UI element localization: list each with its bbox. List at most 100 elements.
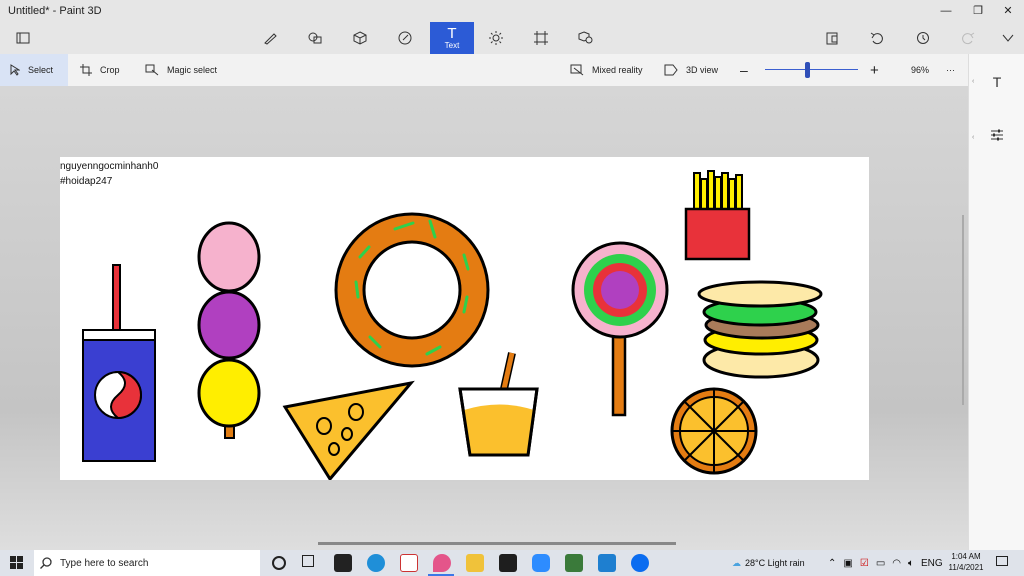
2d-shapes-icon xyxy=(308,32,322,44)
maximize-button[interactable]: ❐ xyxy=(966,2,990,20)
fries-drawing xyxy=(684,170,751,261)
file-explorer-icon[interactable] xyxy=(466,554,484,572)
battery-icon[interactable]: ▭ xyxy=(876,558,885,569)
gift-app-icon[interactable] xyxy=(400,554,418,572)
zoom-slider-thumb[interactable] xyxy=(805,62,811,78)
select-label: Select xyxy=(28,65,54,75)
crop-button[interactable]: Crop xyxy=(80,54,120,86)
3d-view-icon xyxy=(664,64,678,76)
task-view-icon[interactable] xyxy=(302,555,314,567)
undo-icon xyxy=(870,32,883,45)
volume-icon[interactable]: 🔈︎ xyxy=(908,558,914,569)
lollipop-drawing xyxy=(571,241,669,417)
history-button[interactable] xyxy=(903,22,943,54)
paint3d-icon[interactable] xyxy=(433,554,451,572)
clock-time: 1:04 AM xyxy=(951,552,981,561)
drink-cup-drawing xyxy=(458,352,539,457)
2d-shapes-button[interactable] xyxy=(295,22,335,54)
text-panel-button[interactable]: T xyxy=(987,74,1007,94)
magic-select-icon xyxy=(145,64,159,76)
search-icon xyxy=(40,557,52,569)
mixed-reality-icon xyxy=(570,64,584,76)
history-icon xyxy=(917,32,929,44)
canvas-button[interactable] xyxy=(521,22,561,54)
close-button[interactable]: ✕ xyxy=(996,2,1020,20)
weather-widget[interactable]: ☁ 28°C Light rain xyxy=(732,550,805,576)
paste-button[interactable] xyxy=(812,22,852,54)
cortana-icon[interactable] xyxy=(272,556,286,570)
notification-icon[interactable] xyxy=(996,556,1008,566)
magic-select-button[interactable]: Magic select xyxy=(145,54,217,86)
clock[interactable]: 1:04 AM 11/4/2021 xyxy=(946,551,986,573)
edge-icon[interactable] xyxy=(367,554,385,572)
zoom-slider-track[interactable] xyxy=(765,69,858,70)
mail-icon[interactable] xyxy=(598,554,616,572)
weather-icon: ☁ xyxy=(732,557,741,568)
3d-view-button[interactable]: 3D view xyxy=(664,54,718,86)
text-icon: T xyxy=(447,24,457,42)
more-options-button[interactable]: ··· xyxy=(946,54,955,86)
mixed-reality-label: Mixed reality xyxy=(592,65,643,75)
brushes-button[interactable] xyxy=(250,22,290,54)
mixed-reality-button[interactable]: Mixed reality xyxy=(570,54,643,86)
undo-button[interactable] xyxy=(857,22,897,54)
brushes-icon xyxy=(264,33,277,45)
horizontal-scrollbar[interactable] xyxy=(318,542,676,545)
taskbar: Type here to search ☁ 28°C Light rain ⌃ … xyxy=(0,550,1024,576)
adjust-panel-button[interactable] xyxy=(987,128,1007,148)
text-panel-icon: T xyxy=(992,74,1002,90)
calculator-icon[interactable] xyxy=(565,554,583,572)
drawing-canvas[interactable]: nguyenngocminhanh0 #hoidap247 xyxy=(60,157,869,480)
effects-icon xyxy=(489,31,503,45)
text-tool-button[interactable]: T Text xyxy=(430,22,474,54)
chevron-up-icon[interactable]: ⌃ xyxy=(828,558,836,569)
antivirus-icon[interactable]: ☑ xyxy=(860,558,869,569)
pizza-drawing xyxy=(670,387,758,475)
clock-date: 11/4/2021 xyxy=(948,563,984,572)
title-bar: Untitled* - Paint 3D — ❐ ✕ T Text xyxy=(0,0,1024,54)
3d-shapes-button[interactable] xyxy=(340,22,380,54)
wifi-icon[interactable]: ◠ xyxy=(892,558,901,569)
start-button[interactable] xyxy=(10,556,23,572)
language-indicator[interactable]: ENG xyxy=(921,558,943,569)
zoom-in-button[interactable]: + xyxy=(870,54,879,86)
capcut-icon[interactable] xyxy=(499,554,517,572)
select-button[interactable]: Select xyxy=(0,54,68,86)
selection-toolbar: Select Crop Magic select Mixed reality 3… xyxy=(0,54,968,87)
minimize-button[interactable]: — xyxy=(934,2,958,20)
menu-button[interactable] xyxy=(3,22,43,54)
effects-button[interactable] xyxy=(476,22,516,54)
text-tool-label: Text xyxy=(444,40,460,50)
collapse-arrow-icon[interactable]: ‹ xyxy=(972,134,974,141)
collapse-arrow-icon[interactable]: ‹ xyxy=(972,78,974,85)
select-arrow-icon xyxy=(10,64,20,76)
vertical-scrollbar[interactable] xyxy=(962,215,964,405)
expand-button[interactable] xyxy=(988,22,1024,54)
minus-icon: – xyxy=(740,62,748,78)
stickers-button[interactable] xyxy=(385,22,425,54)
zoom-level[interactable]: 96% xyxy=(911,54,929,86)
cheese-drawing xyxy=(282,380,415,480)
plus-icon: + xyxy=(870,61,879,79)
app-tray-icon[interactable]: ▣ xyxy=(843,558,852,569)
side-panel: T ‹ ‹ xyxy=(968,54,1024,550)
skewer-drawing xyxy=(197,221,261,439)
system-tray[interactable]: ⌃ ▣ ☑ ▭ ◠ 🔈︎ ENG xyxy=(828,550,943,576)
donut-drawing xyxy=(334,212,490,368)
3d-library-button[interactable] xyxy=(566,22,606,54)
zoom-app-icon[interactable] xyxy=(532,554,550,572)
redo-button[interactable] xyxy=(948,22,988,54)
zoom-out-button[interactable]: – xyxy=(740,54,748,86)
taskbar-search[interactable]: Type here to search xyxy=(34,550,260,576)
3d-view-label: 3D view xyxy=(686,65,719,75)
crop-icon xyxy=(80,64,92,76)
search-placeholder: Type here to search xyxy=(60,557,149,569)
chevron-down-icon xyxy=(1002,34,1014,42)
paste-icon xyxy=(826,32,838,45)
magic-select-label: Magic select xyxy=(167,65,218,75)
weather-text: 28°C Light rain xyxy=(745,558,805,568)
store-icon[interactable] xyxy=(334,554,352,572)
sliders-icon xyxy=(991,129,1003,141)
folder-icon xyxy=(16,32,30,44)
zalo-icon[interactable] xyxy=(631,554,649,572)
